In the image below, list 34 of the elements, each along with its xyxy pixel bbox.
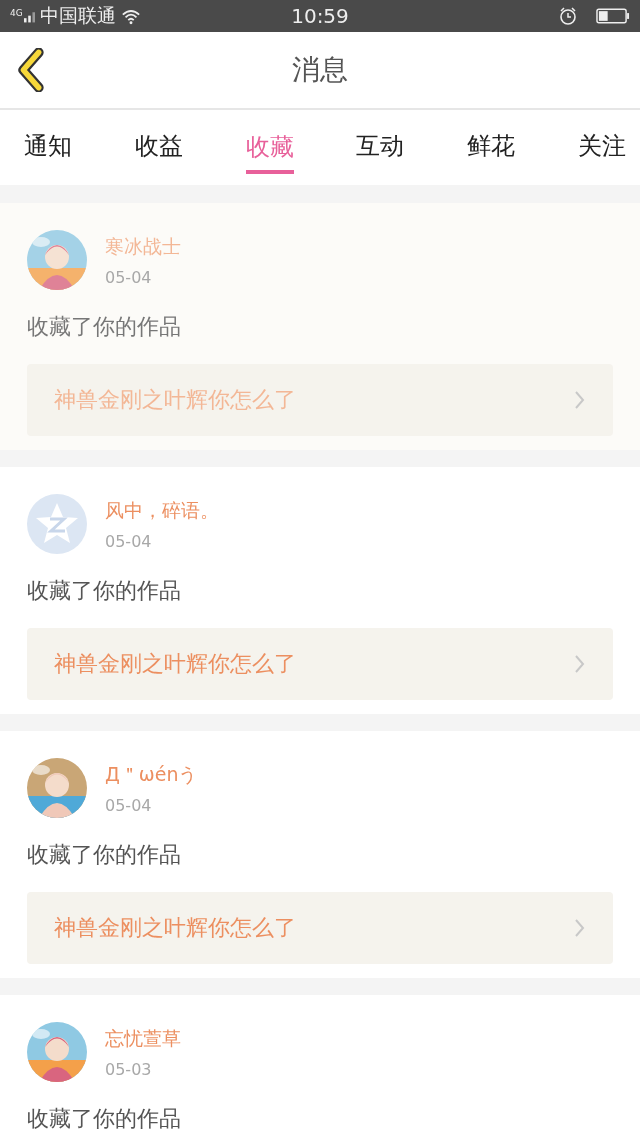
clock-time: 10:59 — [291, 4, 349, 28]
user-name: Д＂ωénう — [105, 761, 198, 787]
chevron-right-icon — [574, 390, 585, 410]
default-avatar-icon — [27, 494, 87, 554]
network-label: 4G — [10, 8, 23, 18]
tab[interactable]: 收益 — [134, 110, 183, 185]
user-name: 忘忧萱草 — [105, 1025, 181, 1051]
chevron-right-icon — [574, 918, 585, 938]
action-text: 收藏了你的作品 — [27, 1105, 182, 1133]
action-text: 收藏了你的作品 — [27, 841, 182, 869]
carrier-name: 中国联通 — [39, 3, 116, 28]
message-card[interactable]: Д＂ωénう 05-04 收藏了你的作品 神兽金刚之叶辉你怎么了 — [0, 731, 640, 978]
tab[interactable]: 通知 — [24, 110, 72, 185]
action-text: 收藏了你的作品 — [27, 313, 182, 341]
action-text: 收藏了你的作品 — [27, 577, 182, 605]
signal-icon — [23, 9, 35, 23]
page-title: 消息 — [292, 52, 348, 88]
wifi-icon — [120, 7, 141, 25]
tab[interactable]: 关注 — [578, 110, 626, 185]
battery-icon — [596, 8, 630, 24]
alarm-icon — [559, 7, 577, 25]
date-label: 05-04 — [105, 267, 153, 287]
message-card[interactable]: 风中，碎语。 05-04 收藏了你的作品 神兽金刚之叶辉你怎么了 — [0, 467, 640, 714]
date-label: 05-03 — [105, 1059, 153, 1079]
tab[interactable]: 鲜花 — [467, 110, 516, 185]
date-label: 05-04 — [105, 531, 153, 551]
date-label: 05-04 — [105, 795, 153, 815]
user-name: 寒冰战士 — [105, 233, 181, 259]
message-card[interactable]: 寒冰战士 05-04 收藏了你的作品 神兽金刚之叶辉你怎么了 — [0, 203, 640, 450]
back-chevron-icon — [16, 48, 46, 92]
tab[interactable]: 互动 — [356, 110, 405, 185]
chevron-right-icon — [574, 654, 585, 674]
message-card[interactable]: 忘忧萱草 05-03 收藏了你的作品 — [0, 995, 640, 1138]
user-name: 风中，碎语。 — [105, 497, 219, 523]
